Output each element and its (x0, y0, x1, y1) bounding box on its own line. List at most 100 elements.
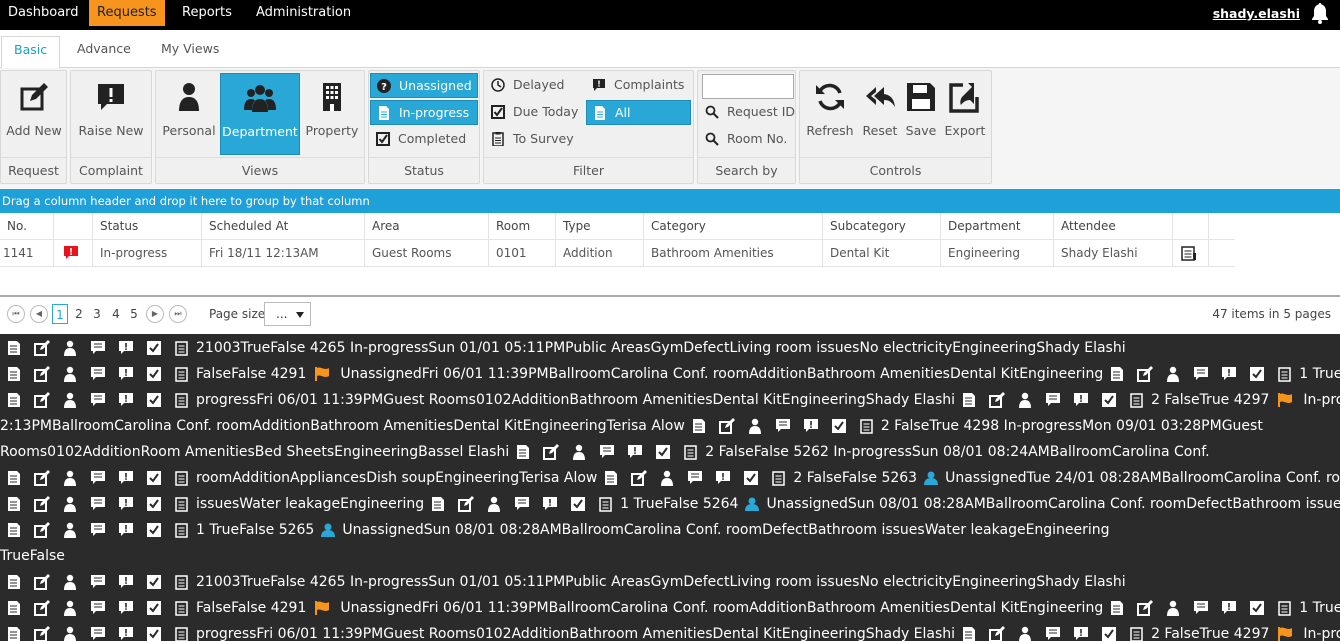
group-by-drop-area[interactable]: Drag a column header and drop it here to… (0, 189, 1340, 213)
filter-all-button[interactable]: All (586, 100, 691, 125)
flag-icon (315, 367, 330, 381)
survey-icon[interactable] (1181, 245, 1197, 261)
request-id-label: Request ID (727, 104, 796, 119)
page-2[interactable]: 2 (72, 304, 86, 324)
column-header-subcategory[interactable]: Subcategory (823, 213, 941, 239)
page-4[interactable]: 4 (109, 304, 123, 324)
comment-icon (1194, 367, 1209, 380)
complaint-icon (543, 497, 558, 510)
request-group-label: Request (1, 157, 66, 183)
prev-page-button[interactable]: ◀ (30, 305, 48, 323)
nav-administration[interactable]: Administration (248, 0, 359, 26)
status-in-progress-button[interactable]: In-progress (370, 100, 478, 125)
refresh-button[interactable]: Refresh (802, 73, 858, 155)
document-icon (692, 419, 705, 433)
person-icon (1019, 392, 1032, 408)
nav-requests[interactable]: Requests (89, 0, 165, 26)
dump-text: progressFri 06/01 11:39PMGuest Rooms0102… (196, 626, 956, 641)
checkbox-icon (147, 627, 161, 641)
edit-icon (718, 418, 735, 434)
clipboard-icon (1278, 367, 1291, 382)
add-new-button[interactable]: Add New (3, 73, 65, 155)
next-page-button[interactable]: ▶ (146, 305, 164, 323)
checkbox-icon (147, 575, 161, 589)
column-header-category[interactable]: Category (644, 213, 823, 239)
document-icon (432, 497, 445, 511)
raise-new-button[interactable]: Raise New (73, 73, 149, 155)
nav-dashboard[interactable]: Dashboard (0, 0, 87, 26)
property-view-button[interactable]: Property (302, 73, 362, 155)
dump-line: progressFri 06/01 11:39PMGuest Rooms0102… (0, 387, 1340, 413)
status-unassigned-button[interactable]: ? Unassigned (370, 73, 478, 98)
column-header-department[interactable]: Department (941, 213, 1054, 239)
user-menu[interactable]: shady.elashi (1213, 0, 1300, 27)
column-header-area[interactable]: Area (365, 213, 489, 239)
column-header-room[interactable]: Room (489, 213, 556, 239)
edit-icon (631, 470, 648, 486)
page-1[interactable]: 1 (52, 304, 68, 324)
complaint-group: Raise New Complaint (70, 70, 152, 184)
column-header-type[interactable]: Type (556, 213, 644, 239)
dump-text: In-progressSat 07/01 (1303, 626, 1340, 641)
tab-my-views[interactable]: My Views (149, 36, 231, 68)
filter-to-survey-button[interactable]: To Survey (485, 127, 585, 152)
comment-icon (1046, 393, 1061, 406)
filter-delayed-button[interactable]: Delayed (485, 73, 585, 98)
clipboard-icon (1130, 627, 1143, 641)
personal-view-button[interactable]: Personal (158, 73, 220, 155)
dump-line: issuesWater leakageEngineering 1 TrueFals… (0, 491, 1340, 517)
dump-text: 21003TrueFalse 4265 In-progressSun 01/01… (196, 340, 1126, 356)
save-button[interactable]: Save (902, 73, 940, 155)
column-header-status[interactable]: Status (93, 213, 202, 239)
dump-line: 2:13PMBallroomCarolina Conf. roomAdditio… (0, 413, 1263, 439)
comment-icon (688, 471, 703, 484)
first-page-button[interactable]: ⏮ (7, 305, 25, 323)
refresh-label: Refresh (806, 123, 854, 138)
department-view-button[interactable]: Department (220, 73, 300, 155)
search-room-no-button[interactable]: Room No. (699, 127, 795, 152)
tab-advance[interactable]: Advance (65, 36, 143, 68)
checkbox-icon (744, 471, 759, 485)
cell-flag (54, 240, 93, 266)
page-5[interactable]: 5 (127, 304, 141, 324)
bell-icon[interactable] (1310, 2, 1330, 24)
search-input[interactable] (702, 74, 794, 99)
comment-icon (91, 601, 105, 614)
dump-text: Rooms0102AdditionRoom AmenitiesBed Sheet… (0, 444, 510, 460)
complaint-icon (119, 627, 133, 640)
clipboard-icon (492, 132, 504, 146)
edit-icon (543, 444, 560, 460)
search-request-id-button[interactable]: Request ID (699, 100, 795, 125)
page-3[interactable]: 3 (90, 304, 104, 324)
requests-grid: No. Status Scheduled At Area Room Type C… (0, 213, 1340, 295)
clipboard-icon (175, 393, 188, 408)
filter-complaints-button[interactable]: Complaints (586, 73, 691, 98)
page-size-select[interactable]: ... (264, 302, 311, 326)
view-tabs: Basic Advance My Views (0, 30, 1340, 69)
checkbox-icon (147, 471, 161, 485)
column-header-actions[interactable] (1173, 213, 1209, 239)
column-header-scheduled-at[interactable]: Scheduled At (202, 213, 365, 239)
department-label: Department (222, 124, 298, 139)
filter-due-today-button[interactable]: Due Today (485, 100, 585, 125)
pager: ⏮ ◀ 1 2 3 4 5 ▶ ⏭ Page size: ... 47 item… (0, 295, 1340, 334)
column-header-attendee[interactable]: Attendee (1054, 213, 1173, 239)
comment-icon (515, 497, 530, 510)
complaint-icon (628, 445, 643, 458)
status-completed-button[interactable]: Completed (370, 127, 478, 152)
column-header-no[interactable]: No. (0, 213, 54, 239)
document-icon (8, 393, 20, 407)
checkbox-icon (1102, 393, 1117, 407)
last-page-button[interactable]: ⏭ (169, 305, 187, 323)
edit-icon (34, 600, 50, 616)
completed-label: Completed (398, 131, 467, 146)
document-icon (8, 575, 20, 589)
reset-button[interactable]: Reset (858, 73, 902, 155)
export-label: Export (944, 123, 986, 138)
person-icon (1019, 626, 1032, 641)
export-button[interactable]: Export (940, 73, 990, 155)
nav-reports[interactable]: Reports (174, 0, 240, 26)
document-icon (963, 627, 976, 641)
column-header-flag[interactable] (54, 213, 93, 239)
tab-basic[interactable]: Basic (1, 36, 61, 69)
